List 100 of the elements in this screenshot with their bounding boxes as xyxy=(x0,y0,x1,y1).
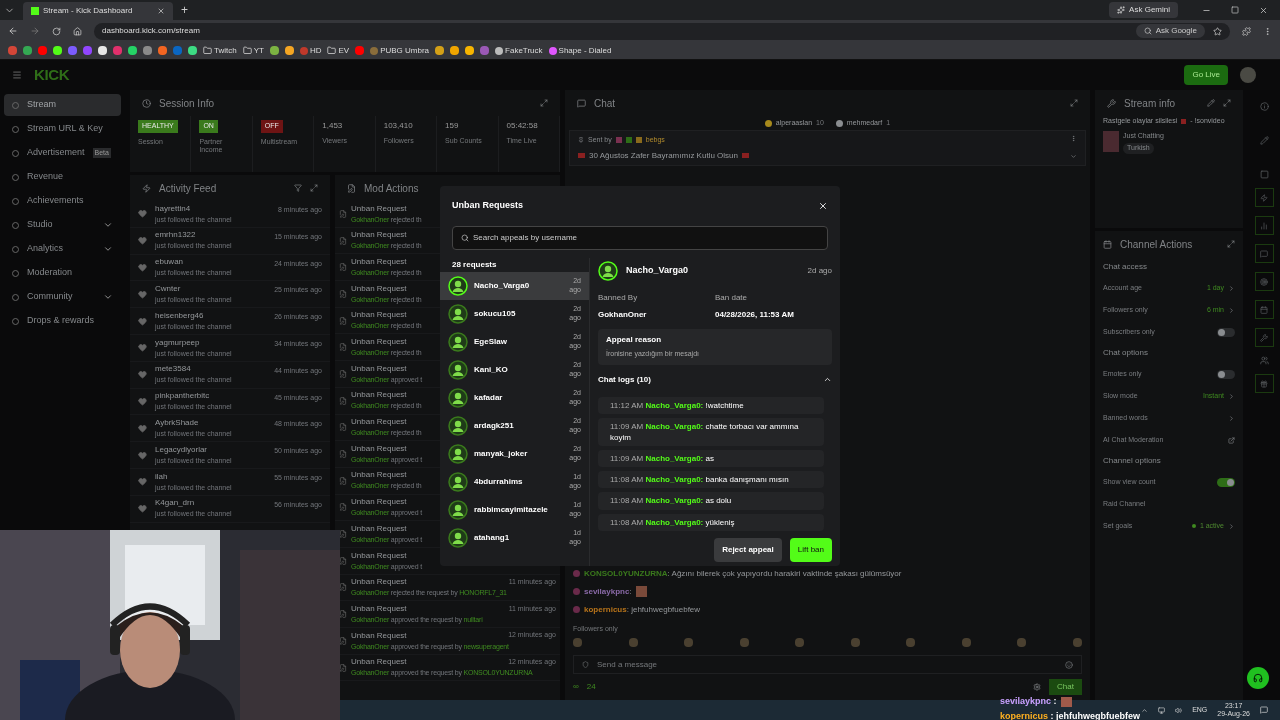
sidebar-item[interactable]: Drops & rewards xyxy=(4,310,121,332)
settings-icon[interactable] xyxy=(1033,683,1042,691)
expand-icon[interactable] xyxy=(540,99,548,107)
bookmark-folder[interactable]: EV xyxy=(327,44,350,57)
support-button[interactable] xyxy=(1247,667,1269,689)
bookmark-link[interactable]: PUBG Umbra xyxy=(380,44,430,57)
panel-toggle-button[interactable] xyxy=(1254,216,1274,235)
emote-icon[interactable] xyxy=(795,638,805,647)
chevron-icon[interactable] xyxy=(1228,306,1235,314)
panel-toggle-button[interactable] xyxy=(1254,328,1274,347)
info-icon[interactable] xyxy=(1259,102,1269,111)
maximize-icon[interactable] xyxy=(1231,6,1239,14)
bookmark-link[interactable]: HD xyxy=(309,44,322,57)
panel-toggle-button[interactable] xyxy=(1254,374,1274,393)
message-field[interactable]: Send a message xyxy=(573,655,1082,674)
chevron-icon[interactable] xyxy=(1228,284,1235,292)
emote-icon[interactable] xyxy=(1072,638,1082,647)
expand-icon[interactable] xyxy=(1223,99,1231,107)
emote-icon[interactable] xyxy=(628,638,638,647)
reload-icon[interactable] xyxy=(52,26,61,36)
panel-toggle-button[interactable] xyxy=(1254,244,1274,263)
more-icon[interactable] xyxy=(1263,26,1272,36)
ask-google-button[interactable]: Ask Google xyxy=(1135,24,1205,38)
bookmark-icon[interactable] xyxy=(435,46,445,55)
bookmark-icon[interactable] xyxy=(450,46,460,55)
toggle-switch[interactable] xyxy=(1217,477,1235,487)
close-icon[interactable] xyxy=(818,201,828,211)
folder-icon xyxy=(327,46,337,55)
close-icon[interactable] xyxy=(157,7,165,15)
layout-icon[interactable] xyxy=(1259,170,1269,179)
network-icon[interactable] xyxy=(1158,706,1166,714)
gift-icon xyxy=(1260,379,1268,388)
ask-gemini-button[interactable]: Ask Gemini xyxy=(1109,2,1178,18)
emote-icon[interactable] xyxy=(739,638,749,647)
panel-toggle-button[interactable] xyxy=(1254,272,1274,291)
chevron-icon[interactable] xyxy=(1228,392,1235,400)
bookmark-icon[interactable] xyxy=(98,46,107,55)
expand-icon[interactable] xyxy=(310,184,318,192)
bookmark-icon[interactable] xyxy=(188,46,197,55)
extensions-icon[interactable] xyxy=(1242,26,1251,36)
go-live-button[interactable]: Go Live xyxy=(1184,65,1228,85)
sidebar-item[interactable]: Stream xyxy=(4,94,121,116)
sidebar-item[interactable]: Moderation xyxy=(4,262,121,284)
notification-icon[interactable] xyxy=(1260,706,1268,714)
chevron-icon[interactable] xyxy=(1228,522,1235,530)
filter-icon[interactable] xyxy=(294,184,302,192)
emote-icon[interactable] xyxy=(906,638,916,647)
reject-appeal-button[interactable]: Reject appeal xyxy=(714,538,782,562)
panel-toggle-button[interactable] xyxy=(1254,300,1274,319)
bookmark-icon[interactable] xyxy=(269,46,279,55)
bookmark-link[interactable]: FakeTruck xyxy=(505,44,543,57)
edit-icon[interactable] xyxy=(1207,99,1215,107)
browser-tab[interactable]: Stream - Kick Dashboard xyxy=(23,2,173,20)
emoji-icon[interactable] xyxy=(1065,660,1073,669)
bookmark-icon[interactable] xyxy=(23,46,32,55)
external-link-icon[interactable] xyxy=(1228,436,1235,444)
expand-icon[interactable] xyxy=(1070,99,1078,107)
toggle-switch[interactable] xyxy=(1217,327,1235,337)
sidebar-item[interactable]: Analytics xyxy=(4,238,121,260)
toggle-switch[interactable] xyxy=(1217,369,1235,379)
edit-icon[interactable] xyxy=(1259,136,1269,145)
sidebar-item[interactable]: Stream URL & Key xyxy=(4,118,121,140)
volume-icon[interactable] xyxy=(1175,706,1183,714)
lift-ban-button[interactable]: Lift ban xyxy=(789,538,832,562)
bookmark-folder[interactable]: YT xyxy=(242,44,264,57)
bookmark-icon[interactable] xyxy=(284,46,294,55)
community-icon[interactable] xyxy=(1259,356,1269,365)
sidebar-item[interactable]: Achievements xyxy=(4,190,121,212)
sidebar-item[interactable]: Community xyxy=(4,286,121,308)
sidebar-item[interactable]: Studio xyxy=(4,214,121,236)
bookmark-icon[interactable] xyxy=(128,46,137,55)
emote-icon[interactable] xyxy=(1017,638,1027,647)
emote-icon[interactable] xyxy=(573,638,582,647)
bookmark-star-icon[interactable] xyxy=(1213,26,1222,36)
panel-toggle-button[interactable] xyxy=(1254,188,1274,207)
request-count: 28 requests xyxy=(451,259,498,271)
emote-icon[interactable] xyxy=(850,638,860,647)
avatar-icon xyxy=(448,528,468,548)
emote-icon[interactable] xyxy=(961,638,971,647)
sidebar-item[interactable]: Revenue xyxy=(4,166,121,188)
tray-icon[interactable] xyxy=(1141,706,1149,714)
chevron-icon[interactable] xyxy=(1070,153,1077,160)
address-field[interactable]: dashboard.kick.com/stream Ask Google xyxy=(94,22,1230,40)
bookmark-icon[interactable] xyxy=(53,46,62,55)
menu-icon[interactable] xyxy=(12,70,22,80)
bookmark-link[interactable]: Shape - Dialed xyxy=(558,44,612,57)
back-icon[interactable] xyxy=(8,26,18,36)
new-tab-button[interactable]: + xyxy=(181,1,188,19)
search-field[interactable]: Search appeals by username xyxy=(452,226,828,250)
chat-send-button[interactable]: Chat xyxy=(1049,679,1082,695)
expand-icon[interactable] xyxy=(1227,240,1235,248)
bookmark-icon[interactable] xyxy=(465,46,475,55)
emote-icon[interactable] xyxy=(684,638,694,647)
chat-logs-header[interactable]: Chat logs (10) xyxy=(598,372,832,387)
close-icon[interactable] xyxy=(1259,5,1268,15)
bookmark-folder[interactable]: Twitch xyxy=(203,44,237,57)
chevron-icon[interactable] xyxy=(1228,414,1235,422)
avatar-icon[interactable] xyxy=(1240,67,1256,83)
home-icon[interactable] xyxy=(73,26,82,36)
forward-icon[interactable] xyxy=(30,26,40,36)
